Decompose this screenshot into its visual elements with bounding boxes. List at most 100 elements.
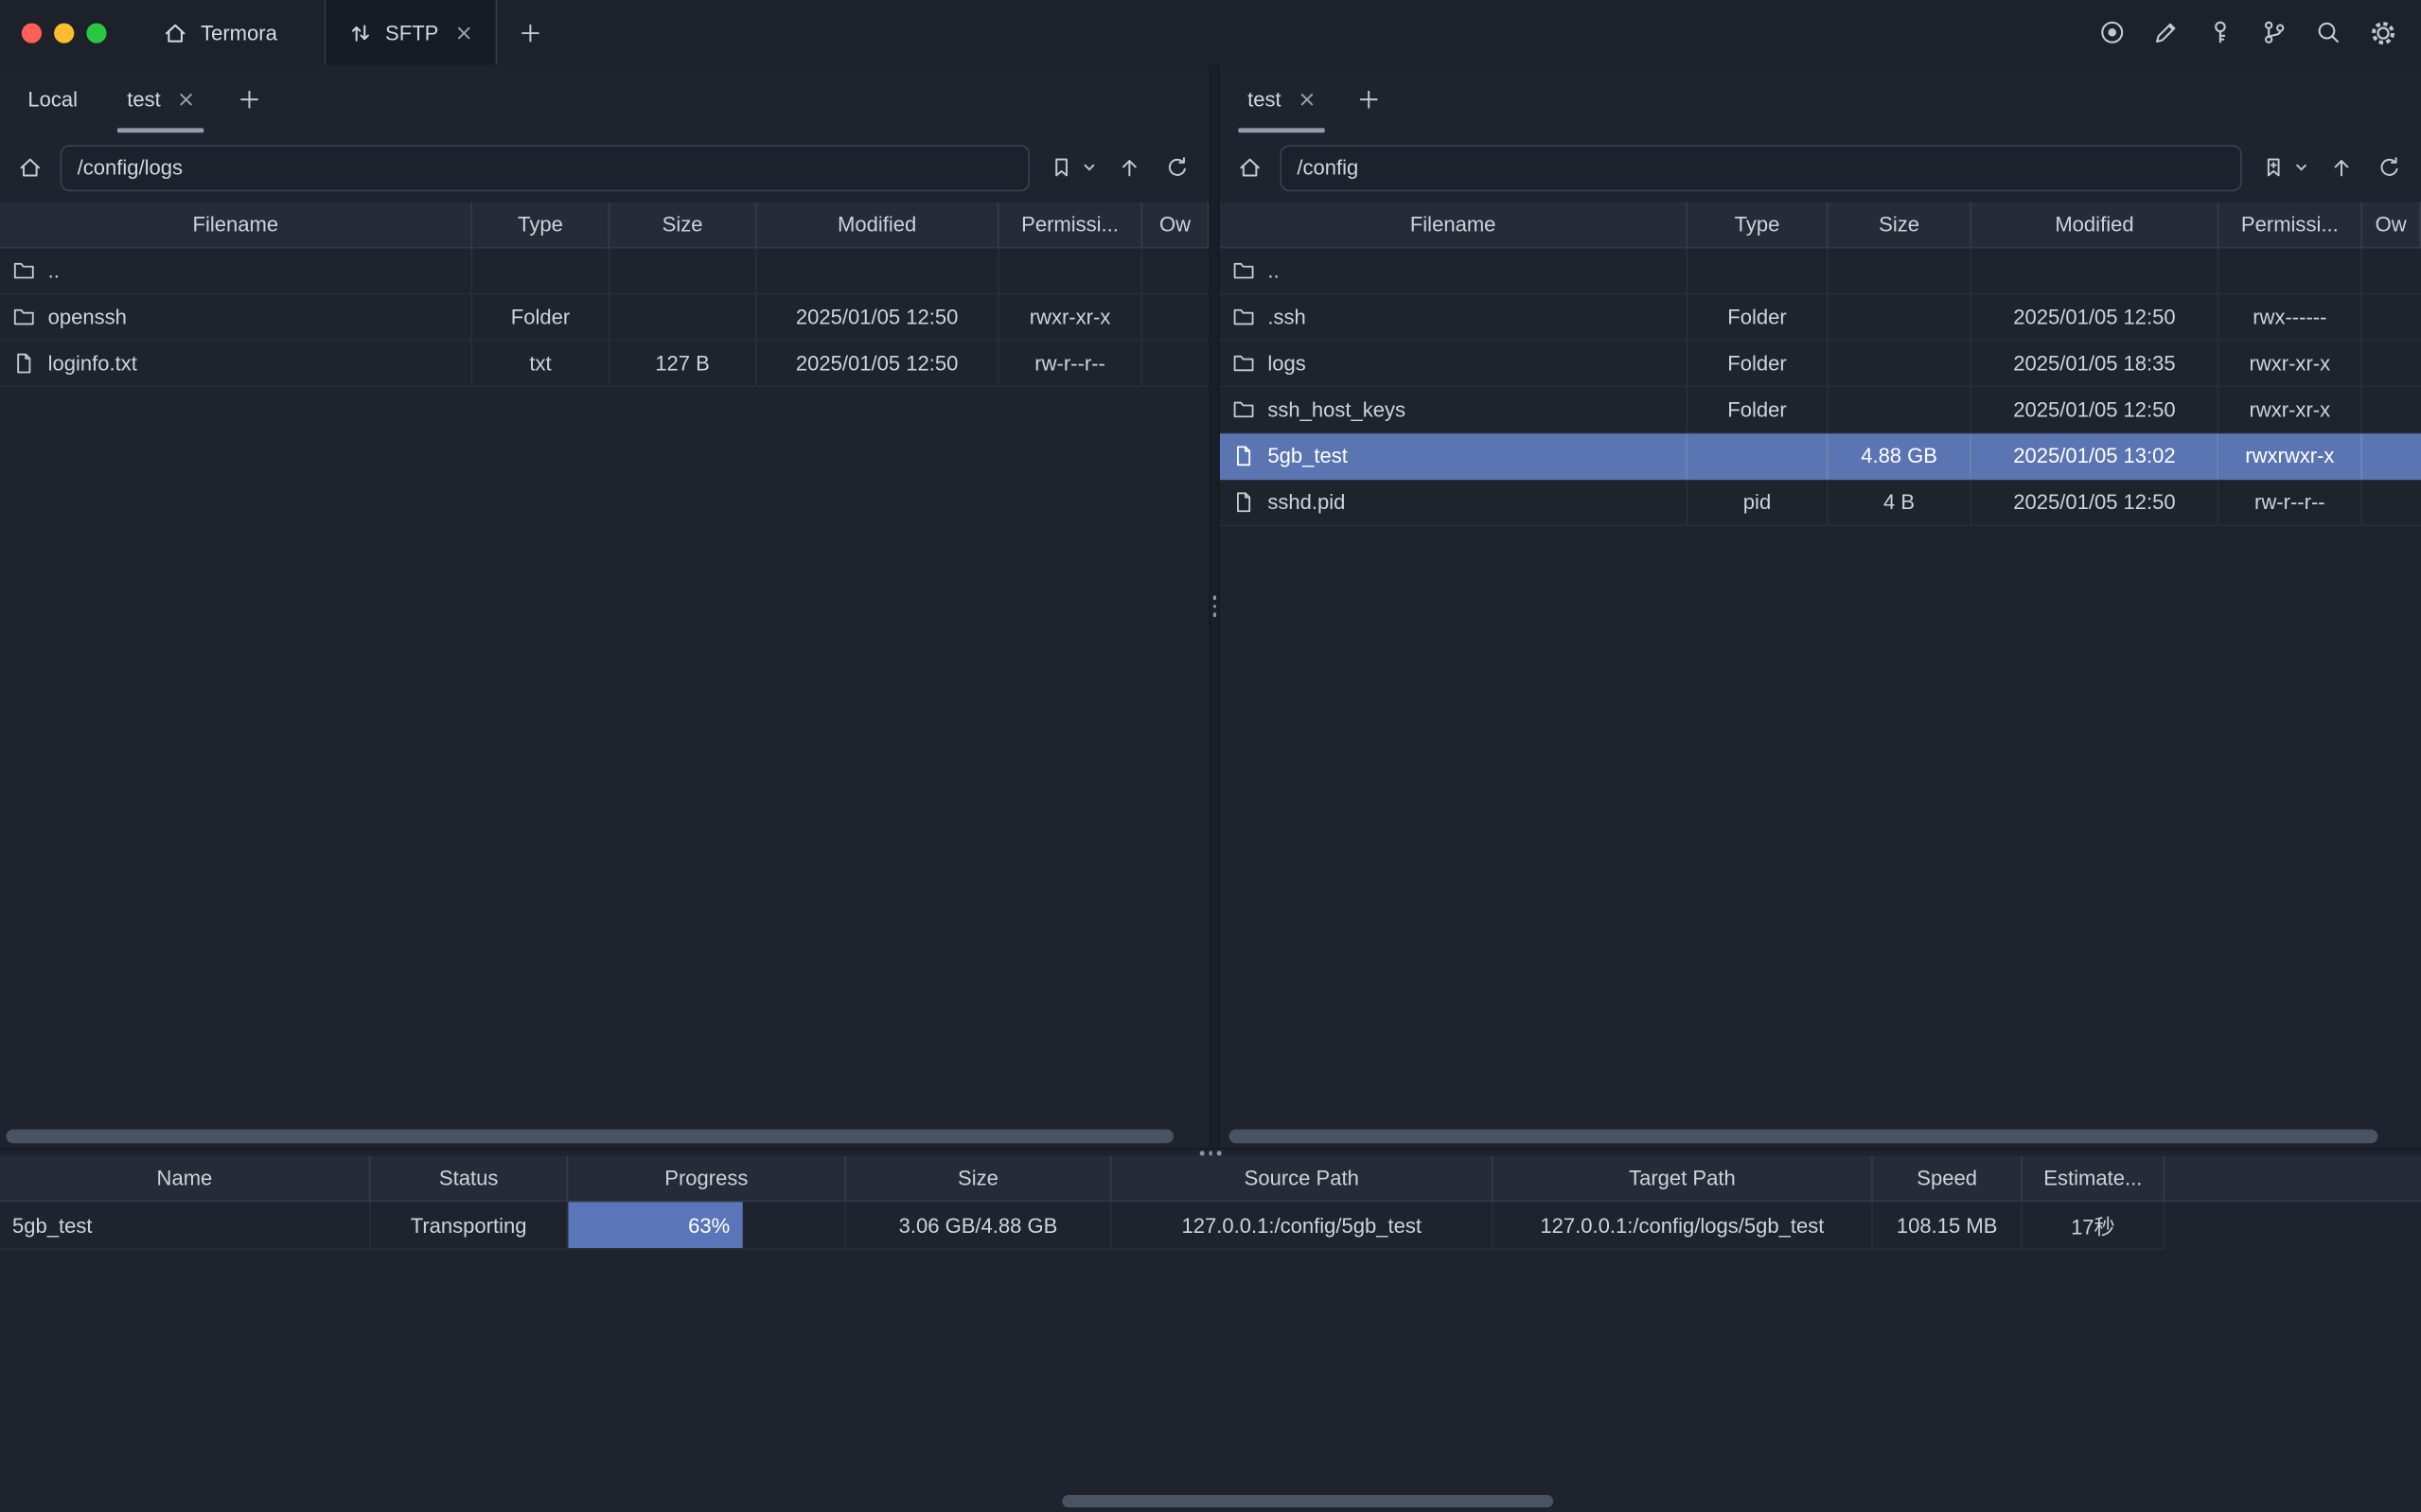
search-icon[interactable] <box>2313 17 2344 48</box>
cell-permissions: rwx------ <box>2218 294 2362 341</box>
file-row-loginfo[interactable]: loginfo.txt txt 127 B 2025/01/05 12:50 r… <box>0 341 1209 387</box>
close-icon[interactable] <box>1299 90 1316 107</box>
bookmark-icon[interactable] <box>1044 148 1078 187</box>
home-button[interactable] <box>12 148 46 187</box>
close-icon[interactable] <box>455 24 472 41</box>
cell-size: 3.06 GB/4.88 GB <box>846 1202 1112 1250</box>
tab-test-left[interactable]: test <box>102 64 220 132</box>
file-row-logs[interactable]: logs Folder 2025/01/05 18:35 rwxr-xr-x <box>1220 341 2421 387</box>
chevron-down-icon[interactable] <box>1079 148 1098 187</box>
pane-splitter[interactable] <box>1209 64 1219 1148</box>
column-header-permissions[interactable]: Permissi... <box>999 202 1143 249</box>
column-header-owner[interactable]: Ow <box>1142 202 1209 249</box>
tab-sftp[interactable]: SFTP <box>324 0 498 64</box>
cell-size <box>1829 387 1972 433</box>
column-header-size[interactable]: Size <box>610 202 756 249</box>
column-header-permissions[interactable]: Permissi... <box>2218 202 2362 249</box>
column-header-type[interactable]: Type <box>1688 202 1828 249</box>
new-tab-button[interactable] <box>497 0 562 64</box>
settings-gear-icon[interactable] <box>2367 17 2398 48</box>
horizontal-scrollbar[interactable] <box>7 1130 1174 1144</box>
window-controls <box>0 0 134 64</box>
close-icon[interactable] <box>178 90 195 107</box>
column-header-source-path[interactable]: Source Path <box>1112 1155 1493 1202</box>
horizontal-scrollbar[interactable] <box>1229 1130 2378 1144</box>
bottom-splitter-handle[interactable] <box>1200 1151 1221 1154</box>
bookmark-group <box>1044 148 1098 187</box>
transfer-row-5gb-test[interactable]: 5gb_test Transporting 63% 3.06 GB/4.88 G… <box>0 1202 2421 1250</box>
key-icon[interactable] <box>2205 17 2236 48</box>
cell-owner <box>1142 294 1209 341</box>
cell-source-path: 127.0.0.1:/config/5gb_test <box>1112 1202 1493 1250</box>
column-header-speed[interactable]: Speed <box>1873 1155 2023 1202</box>
cell-target-path: 127.0.0.1:/config/logs/5gb_test <box>1493 1202 1873 1250</box>
zoom-window-button[interactable] <box>86 23 106 43</box>
folder-icon <box>12 259 35 282</box>
path-input[interactable] <box>61 144 1031 190</box>
parent-directory-button[interactable] <box>2324 148 2358 187</box>
cell-owner <box>2362 294 2421 341</box>
column-header-filename[interactable]: Filename <box>1220 202 1688 249</box>
tab-test-label: test <box>127 87 161 110</box>
column-header-name[interactable]: Name <box>0 1155 371 1202</box>
cell-permissions: rwxrwxr-x <box>2218 433 2362 480</box>
parent-directory-button[interactable] <box>1112 148 1146 187</box>
refresh-icon[interactable] <box>2372 148 2406 187</box>
cell-size <box>610 294 756 341</box>
file-row-ssh[interactable]: .ssh Folder 2025/01/05 12:50 rwx------ <box>1220 294 2421 341</box>
folder-icon <box>1232 259 1255 282</box>
column-header-estimate[interactable]: Estimate... <box>2023 1155 2165 1202</box>
column-header-type[interactable]: Type <box>472 202 610 249</box>
file-row-parent[interactable]: .. <box>0 249 1209 295</box>
column-header-owner[interactable]: Ow <box>2362 202 2421 249</box>
home-icon <box>162 19 188 45</box>
cell-status: Transporting <box>371 1202 569 1250</box>
column-header-status[interactable]: Status <box>371 1155 569 1202</box>
new-session-tab-button[interactable] <box>1340 64 1399 132</box>
record-icon[interactable] <box>2096 17 2128 48</box>
bookmark-group <box>2255 148 2309 187</box>
cell-speed: 108.15 MB <box>1873 1202 2023 1250</box>
file-row-ssh-host-keys[interactable]: ssh_host_keys Folder 2025/01/05 12:50 rw… <box>1220 387 2421 433</box>
column-header-size[interactable]: Size <box>1829 202 1972 249</box>
file-row-parent[interactable]: .. <box>1220 249 2421 295</box>
column-header-progress[interactable]: Progress <box>568 1155 846 1202</box>
cell-type: Folder <box>1688 387 1828 433</box>
file-row-openssh[interactable]: openssh Folder 2025/01/05 12:50 rwxr-xr-… <box>0 294 1209 341</box>
cell-owner <box>2362 480 2421 526</box>
cell-size: 4 B <box>1829 480 1972 526</box>
cell-modified: 2025/01/05 12:50 <box>756 341 998 387</box>
file-row-sshd-pid[interactable]: sshd.pid pid 4 B 2025/01/05 12:50 rw-r--… <box>1220 480 2421 526</box>
column-header-target-path[interactable]: Target Path <box>1493 1155 1873 1202</box>
cell-permissions <box>999 249 1143 295</box>
new-session-tab-button[interactable] <box>220 64 278 132</box>
tab-local[interactable]: Local <box>3 64 102 132</box>
close-window-button[interactable] <box>22 23 42 43</box>
cell-size <box>610 249 756 295</box>
refresh-icon[interactable] <box>1159 148 1193 187</box>
cell-permissions: rwxr-xr-x <box>2218 387 2362 433</box>
column-header-modified[interactable]: Modified <box>756 202 998 249</box>
cell-size <box>1829 341 1972 387</box>
minimize-window-button[interactable] <box>54 23 74 43</box>
chevron-down-icon[interactable] <box>2291 148 2310 187</box>
bookmark-add-icon[interactable] <box>2255 148 2289 187</box>
right-path-bar <box>1220 132 2421 202</box>
column-header-filename[interactable]: Filename <box>0 202 472 249</box>
tab-termora[interactable]: Termora <box>134 0 324 64</box>
file-row-5gb-test-selected[interactable]: 5gb_test 4.88 GB 2025/01/05 13:02 rwxrwx… <box>1220 433 2421 480</box>
edit-icon[interactable] <box>2151 17 2182 48</box>
titlebar-toolbar <box>2096 0 2421 64</box>
cell-modified: 2025/01/05 12:50 <box>1971 387 2218 433</box>
bottom-horizontal-scrollbar[interactable] <box>1062 1495 1553 1507</box>
file-table-header: Filename Type Size Modified Permissi... … <box>0 202 1209 249</box>
cell-filename: loginfo.txt <box>0 341 472 387</box>
path-input[interactable] <box>1280 144 2241 190</box>
cell-modified: 2025/01/05 12:50 <box>1971 480 2218 526</box>
column-header-size[interactable]: Size <box>846 1155 1112 1202</box>
branch-icon[interactable] <box>2259 17 2290 48</box>
remote-file-pane: test <box>1220 64 2421 1148</box>
tab-test-right[interactable]: test <box>1223 64 1340 132</box>
column-header-modified[interactable]: Modified <box>1971 202 2218 249</box>
home-button[interactable] <box>1232 148 1266 187</box>
